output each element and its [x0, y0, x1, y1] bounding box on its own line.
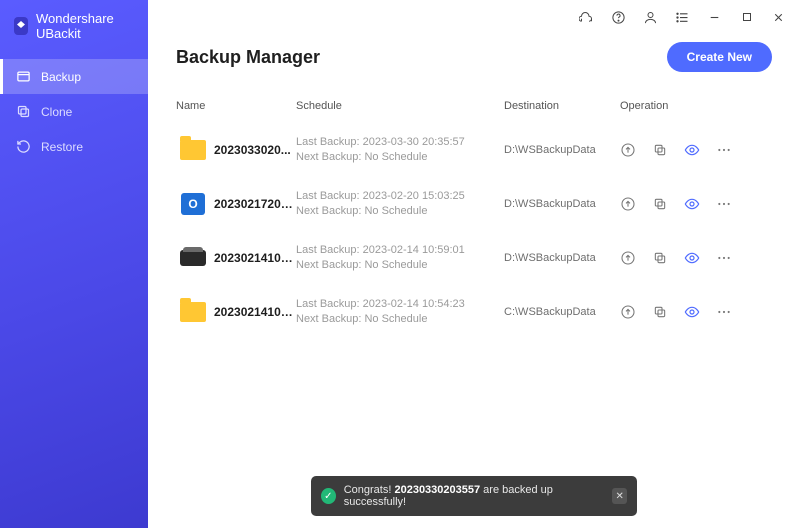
brand: Wondershare UBackit: [0, 0, 148, 59]
maximize-icon[interactable]: [739, 10, 754, 25]
copy-button[interactable]: [652, 196, 668, 212]
row-name: 20230217204855: [214, 197, 296, 211]
more-button[interactable]: [716, 196, 732, 212]
close-icon[interactable]: [771, 10, 786, 25]
table-row[interactable]: O 20230217204855 Last Backup: 2023-02-20…: [176, 177, 772, 231]
table-row[interactable]: 2023033020... Last Backup: 2023-03-30 20…: [176, 123, 772, 177]
support-icon[interactable]: [579, 10, 594, 25]
sidebar-item-label: Restore: [41, 140, 83, 154]
sidebar-item-label: Clone: [41, 105, 72, 119]
outlook-icon: O: [181, 193, 205, 215]
titlebar: [148, 0, 800, 34]
view-button[interactable]: [684, 142, 700, 158]
menu-list-icon[interactable]: [675, 10, 690, 25]
row-last-backup: Last Backup: 2023-02-20 15:03:25: [296, 189, 504, 204]
row-operations: [620, 304, 732, 320]
copy-button[interactable]: [652, 142, 668, 158]
row-schedule: Last Backup: 2023-03-30 20:35:57 Next Ba…: [296, 135, 504, 165]
sidebar: Wondershare UBackit Backup Clone Restore: [0, 0, 148, 528]
row-destination: D:\WSBackupData: [504, 252, 620, 264]
view-button[interactable]: [684, 304, 700, 320]
run-backup-button[interactable]: [620, 250, 636, 266]
sidebar-item-backup[interactable]: Backup: [0, 59, 148, 94]
row-last-backup: Last Backup: 2023-02-14 10:59:01: [296, 243, 504, 258]
row-next-backup: Next Backup: No Schedule: [296, 150, 504, 165]
col-operation: Operation: [620, 100, 772, 112]
copy-button[interactable]: [652, 304, 668, 320]
view-button[interactable]: [684, 196, 700, 212]
toast-strong: 20230330203557: [394, 484, 480, 496]
row-schedule: Last Backup: 2023-02-20 15:03:25 Next Ba…: [296, 189, 504, 219]
row-schedule: Last Backup: 2023-02-14 10:54:23 Next Ba…: [296, 297, 504, 327]
sidebar-item-restore[interactable]: Restore: [0, 129, 148, 164]
row-operations: [620, 196, 732, 212]
table-row[interactable]: 20230214105139 Last Backup: 2023-02-14 1…: [176, 285, 772, 339]
col-destination: Destination: [504, 100, 620, 112]
sidebar-item-label: Backup: [41, 70, 81, 84]
run-backup-button[interactable]: [620, 304, 636, 320]
toast-success: ✓ Congrats! 20230330203557 are backed up…: [311, 476, 637, 516]
success-check-icon: ✓: [321, 488, 336, 504]
run-backup-button[interactable]: [620, 142, 636, 158]
drive-icon: [180, 250, 206, 266]
row-destination: D:\WSBackupData: [504, 198, 620, 210]
row-name: 2023033020...: [214, 143, 296, 157]
run-backup-button[interactable]: [620, 196, 636, 212]
clone-icon: [16, 104, 31, 119]
folder-icon: [180, 302, 206, 322]
row-next-backup: Next Backup: No Schedule: [296, 258, 504, 273]
row-destination: C:\WSBackupData: [504, 306, 620, 318]
page-title: Backup Manager: [176, 47, 320, 68]
col-schedule: Schedule: [296, 100, 504, 112]
row-last-backup: Last Backup: 2023-03-30 20:35:57: [296, 135, 504, 150]
view-button[interactable]: [684, 250, 700, 266]
copy-button[interactable]: [652, 250, 668, 266]
account-icon[interactable]: [643, 10, 658, 25]
backup-icon: [16, 69, 31, 84]
restore-icon: [16, 139, 31, 154]
row-name: 20230214105901: [214, 251, 296, 265]
row-schedule: Last Backup: 2023-02-14 10:59:01 Next Ba…: [296, 243, 504, 273]
row-destination: D:\WSBackupData: [504, 144, 620, 156]
toast-text: Congrats! 20230330203557 are backed up s…: [344, 484, 597, 508]
more-button[interactable]: [716, 142, 732, 158]
brand-logo-icon: [14, 17, 28, 35]
col-name: Name: [176, 100, 296, 112]
sidebar-item-clone[interactable]: Clone: [0, 94, 148, 129]
create-new-button[interactable]: Create New: [667, 42, 772, 72]
help-icon[interactable]: [611, 10, 626, 25]
table-header: Name Schedule Destination Operation: [176, 94, 772, 123]
more-button[interactable]: [716, 304, 732, 320]
minimize-icon[interactable]: [707, 10, 722, 25]
main: Backup Manager Create New Name Schedule …: [148, 0, 800, 528]
row-operations: [620, 142, 732, 158]
toast-close-button[interactable]: ✕: [612, 488, 627, 504]
toast-prefix: Congrats!: [344, 484, 395, 496]
row-last-backup: Last Backup: 2023-02-14 10:54:23: [296, 297, 504, 312]
folder-icon: [180, 140, 206, 160]
row-name: 20230214105139: [214, 305, 296, 319]
table-row[interactable]: 20230214105901 Last Backup: 2023-02-14 1…: [176, 231, 772, 285]
brand-name: Wondershare UBackit: [36, 11, 134, 41]
row-next-backup: Next Backup: No Schedule: [296, 312, 504, 327]
row-next-backup: Next Backup: No Schedule: [296, 204, 504, 219]
row-operations: [620, 250, 732, 266]
more-button[interactable]: [716, 250, 732, 266]
